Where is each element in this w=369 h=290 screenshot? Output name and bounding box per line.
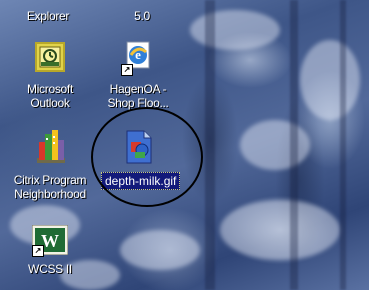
desktop-icon-label-hagenoa-line1: HagenOA - — [109, 82, 167, 96]
snow-patch — [300, 40, 360, 120]
highlight-circle-annotation — [91, 107, 203, 207]
snow-patch — [190, 10, 280, 50]
tree-trunk — [205, 0, 215, 290]
desktop-icon-label-explorer[interactable]: Explorer — [18, 9, 78, 23]
desktop-icon-label-outlook-line2: Outlook — [30, 96, 70, 110]
desktop: Explorer 5.0 Microsoft Outlook e ↗ Hagen… — [0, 0, 369, 290]
snow-patch — [220, 200, 340, 260]
outlook-icon[interactable] — [35, 42, 65, 72]
desktop-icon-label-wcss: WCSS II — [28, 262, 72, 276]
tree-trunk — [290, 0, 298, 290]
desktop-icon-label-ie-version[interactable]: 5.0 — [112, 9, 172, 23]
snow-patch — [240, 120, 310, 170]
svg-text:e: e — [135, 47, 141, 62]
shortcut-arrow-icon: ↗ — [121, 64, 133, 76]
snow-patch — [120, 230, 200, 270]
desktop-icon-label-citrix-line1: Citrix Program — [13, 173, 87, 187]
citrix-icon[interactable] — [35, 128, 67, 164]
shortcut-arrow-icon: ↗ — [32, 245, 44, 257]
desktop-icon-label-outlook-line1: Microsoft — [27, 82, 73, 96]
tree-trunk — [340, 0, 346, 290]
desktop-icon-label-citrix-line2: Neighborhood — [14, 187, 86, 201]
